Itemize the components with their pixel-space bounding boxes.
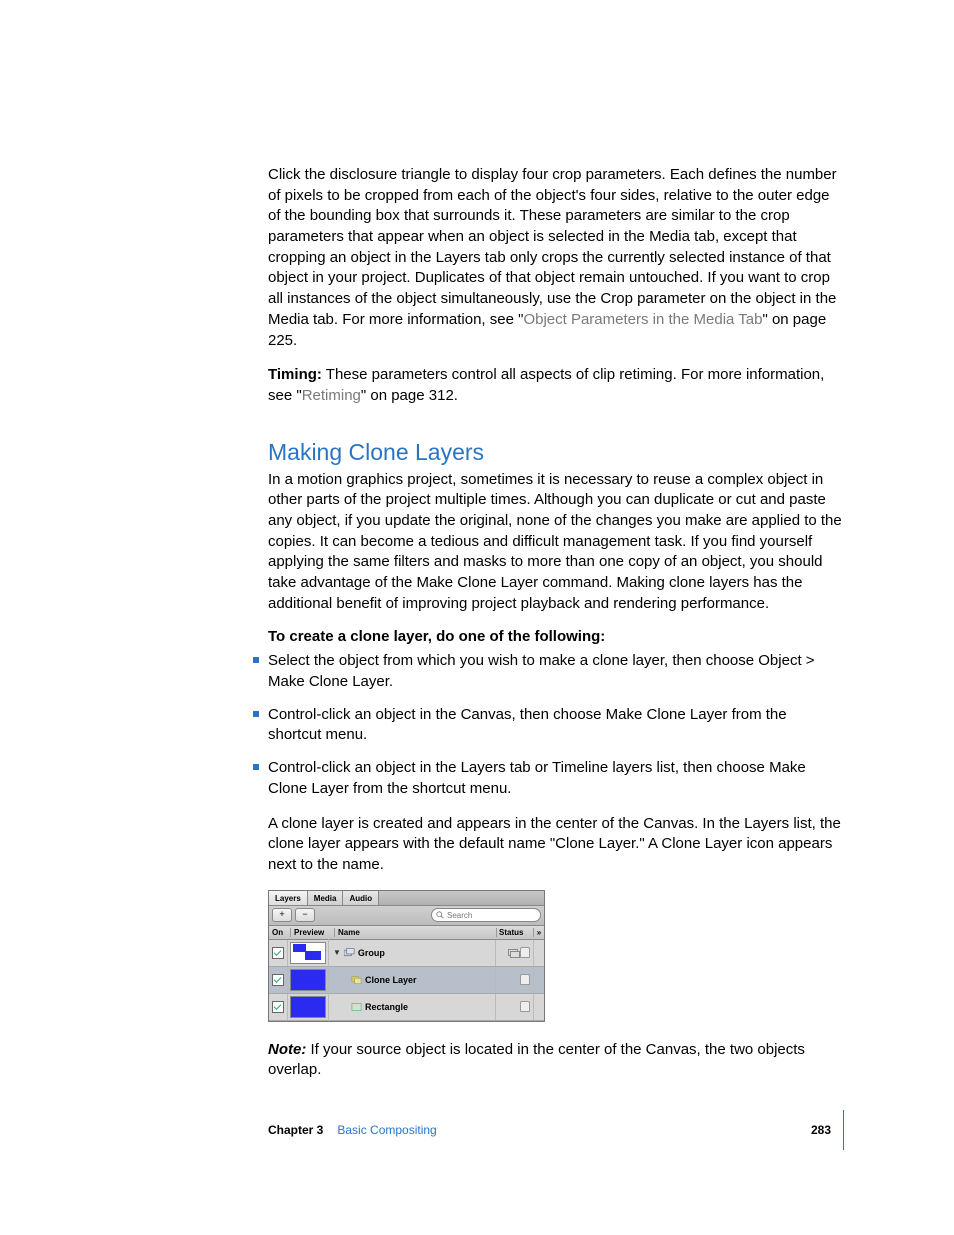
link-object-parameters[interactable]: Object Parameters in the Media Tab: [523, 311, 762, 328]
layer-thumbnail: [290, 969, 326, 991]
clone-layer-icon: [351, 975, 362, 985]
tab-spacer: [379, 891, 544, 905]
chapter-title[interactable]: Basic Compositing: [337, 1123, 436, 1137]
layer-name: Clone Layer: [365, 975, 417, 985]
note-paragraph: Note: If your source object is located i…: [268, 1040, 844, 1081]
instruction-heading: To create a clone layer, do one of the f…: [268, 628, 844, 645]
col-name: Name: [335, 928, 497, 937]
page-footer: Chapter 3 Basic Compositing 283: [268, 1110, 844, 1150]
text: Click the disclosure triangle to display…: [268, 166, 837, 328]
page-number: 283: [811, 1123, 831, 1137]
col-status: Status: [497, 928, 534, 937]
column-headers: On Preview Name Status »: [269, 926, 544, 940]
col-preview: Preview: [291, 928, 335, 937]
timing-label: Timing:: [268, 366, 322, 383]
search-input[interactable]: Search: [431, 908, 541, 922]
layer-row-rectangle[interactable]: Rectangle: [269, 994, 544, 1021]
link-retiming[interactable]: Retiming: [302, 387, 361, 404]
paragraph-timing: Timing: These parameters control all asp…: [268, 365, 844, 406]
list-item-text: Select the object from which you wish to…: [268, 652, 815, 690]
layers-panel: Layers Media Audio + − Search On Preview…: [268, 890, 545, 1022]
instruction-list: Select the object from which you wish to…: [268, 651, 844, 799]
paragraph-crop: Click the disclosure triangle to display…: [268, 165, 844, 351]
bullet-icon: [253, 657, 259, 663]
layer-name: Rectangle: [365, 1002, 408, 1012]
paragraph-result: A clone layer is created and appears in …: [268, 814, 844, 876]
add-button[interactable]: +: [272, 908, 292, 922]
search-placeholder: Search: [447, 911, 472, 920]
shape-icon: [351, 1002, 362, 1012]
visibility-checkbox[interactable]: [272, 947, 284, 959]
note-text: If your source object is located in the …: [268, 1041, 805, 1079]
group-icon: [344, 948, 355, 958]
remove-button[interactable]: −: [295, 908, 315, 922]
lock-icon[interactable]: [520, 947, 530, 958]
panel-tabs: Layers Media Audio: [269, 891, 544, 906]
layer-row-group[interactable]: ▼ Group: [269, 940, 544, 967]
paragraph-intro: In a motion graphics project, sometimes …: [268, 470, 844, 615]
lock-icon[interactable]: [520, 974, 530, 985]
bullet-icon: [253, 711, 259, 717]
col-expand[interactable]: »: [534, 928, 544, 937]
lock-icon[interactable]: [520, 1001, 530, 1012]
list-item-text: Control-click an object in the Layers ta…: [268, 759, 806, 797]
col-on: On: [269, 928, 291, 937]
list-item: Control-click an object in the Canvas, t…: [268, 705, 844, 746]
layer-row-clone[interactable]: Clone Layer: [269, 967, 544, 994]
disclosure-triangle-icon[interactable]: ▼: [333, 948, 341, 957]
chapter-label: Chapter 3: [268, 1123, 323, 1137]
tab-media[interactable]: Media: [308, 891, 344, 905]
layer-name: Group: [358, 948, 385, 958]
text: " on page 312.: [361, 387, 458, 404]
list-item: Select the object from which you wish to…: [268, 651, 844, 692]
visibility-checkbox[interactable]: [272, 974, 284, 986]
layer-thumbnail: [290, 996, 326, 1018]
list-item: Control-click an object in the Layers ta…: [268, 758, 844, 799]
tab-audio[interactable]: Audio: [343, 891, 379, 905]
search-icon: [436, 911, 444, 919]
bullet-icon: [253, 764, 259, 770]
panel-toolbar: + − Search: [269, 906, 544, 926]
list-item-text: Control-click an object in the Canvas, t…: [268, 706, 787, 744]
layer-thumbnail: [290, 942, 326, 964]
stack-icon[interactable]: [508, 949, 518, 957]
visibility-checkbox[interactable]: [272, 1001, 284, 1013]
note-label: Note:: [268, 1041, 306, 1058]
section-heading: Making Clone Layers: [268, 439, 844, 466]
tab-layers[interactable]: Layers: [269, 891, 308, 905]
